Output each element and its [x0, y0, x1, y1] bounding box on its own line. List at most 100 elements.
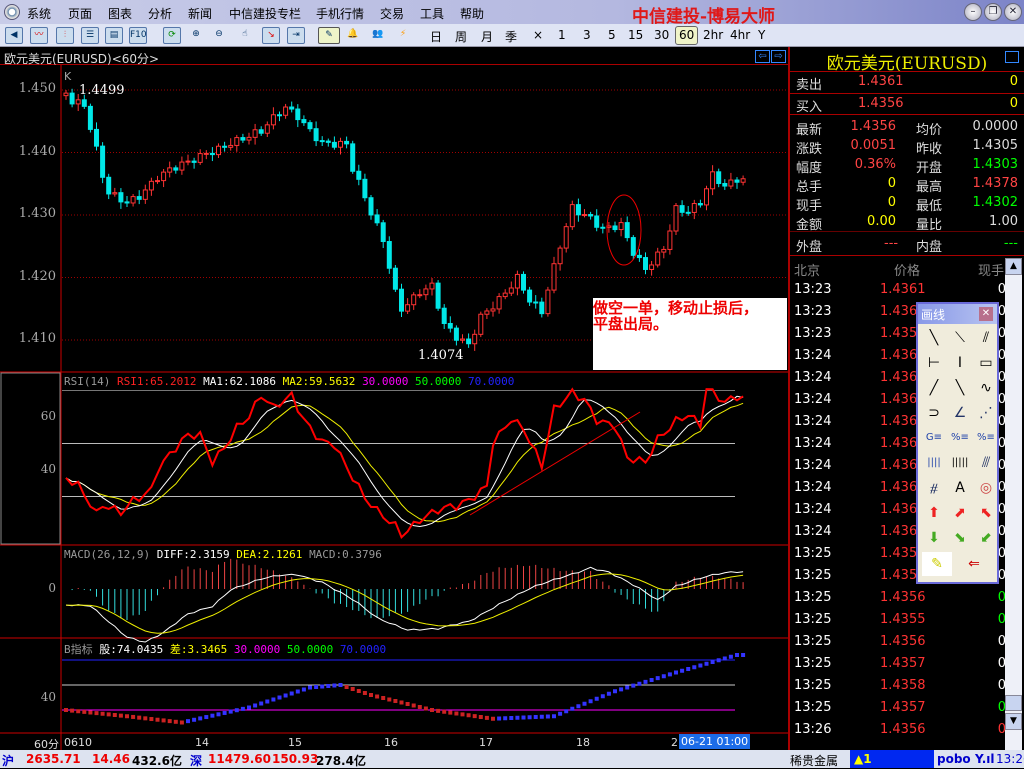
annotation-textbox[interactable]: 做空一单，移动止损后， 平盘出局。: [593, 298, 787, 370]
b-indicator-point: [692, 665, 697, 670]
candle-body: [704, 188, 709, 206]
line-settings-icon[interactable]: ⇐: [962, 552, 986, 576]
minimize-button[interactable]: –: [964, 3, 982, 21]
candle-body: [655, 251, 661, 266]
quote-row: 现手 0 最低 1.4302: [796, 193, 1020, 214]
candle-body: [594, 215, 600, 228]
b-indicator-point: [728, 654, 733, 659]
candle-body: [228, 144, 234, 148]
draw-ray-up-icon[interactable]: ╱: [922, 376, 946, 400]
draw-fan-icon[interactable]: ⋰: [974, 401, 998, 425]
draw-arrow-up-icon[interactable]: ⬆: [922, 501, 946, 525]
b-indicator-point: [680, 668, 685, 673]
y-tick: 1.440: [18, 144, 56, 159]
candle-body: [179, 161, 185, 171]
candle-body: [118, 192, 124, 203]
b-indicator-point: [234, 708, 239, 713]
scroll-down-icon[interactable]: ▼: [1005, 713, 1022, 730]
annotation-ellipse[interactable]: [606, 194, 642, 266]
palette-close-icon[interactable]: ✕: [979, 307, 993, 321]
draw-parallel-icon[interactable]: ⫽: [974, 326, 998, 350]
x-tick: 0610: [64, 736, 92, 749]
draw-horizontal-icon[interactable]: ⊢: [922, 351, 946, 375]
candle-body: [222, 145, 228, 148]
b-indicator-point: [70, 708, 75, 713]
b-level-30: 30.0000: [233, 643, 281, 656]
b-level-70: 70.0000: [339, 643, 387, 656]
draw-channel-icon[interactable]: ⫻: [974, 451, 998, 475]
candle-body: [307, 122, 313, 130]
x-tick: 14: [195, 736, 209, 749]
b-indicator-point: [338, 683, 343, 687]
palette-title-bar[interactable]: 画线 ✕: [918, 304, 997, 324]
scroll-up-icon[interactable]: ▲: [1005, 258, 1022, 275]
alert-count[interactable]: ▲1: [850, 750, 934, 768]
draw-sine-icon[interactable]: ∿: [974, 376, 998, 400]
quote-row: 涨跌 0.0051 昨收 1.4305: [796, 136, 1020, 157]
status-bar: 沪 2635.71 14.46 432.6亿 深 11479.60 150.93…: [0, 750, 1024, 768]
b-indicator-point: [606, 691, 611, 696]
x-tick: 18: [576, 736, 590, 749]
candle-body: [191, 160, 197, 163]
drawing-tools-palette: 画线 ✕ ╲ ⟍ ⫽ ⊢ Ⅰ ▭ ╱ ╲ ∿ ⊃ ∠ ⋰ G≡ %≡ %≡ |||| ||||| ⫻ ⧣ A ◎ ⬆ ⬈ ⬉ ⬇…: [916, 302, 999, 584]
rsi-tick: 40: [40, 462, 56, 476]
b-indicator-point: [131, 714, 136, 719]
draw-arrow-down-icon[interactable]: ⬇: [922, 526, 946, 550]
draw-arc-icon[interactable]: ⊃: [922, 401, 946, 425]
b-indicator-point: [295, 689, 300, 694]
buy-label: 买入: [796, 100, 823, 115]
draw-percent-icon[interactable]: %≡: [948, 426, 972, 450]
b-indicator-point: [655, 676, 660, 681]
draw-speed-lines-icon[interactable]: ⧣: [922, 476, 946, 500]
draw-ray-down-icon[interactable]: ╲: [948, 376, 972, 400]
draw-arrow-up-left-icon[interactable]: ⬉: [974, 501, 998, 525]
high-price-label: 1.4499: [79, 83, 125, 98]
b-tick: 40: [40, 690, 56, 704]
candle-body: [173, 167, 179, 171]
draw-rectangle-icon[interactable]: ▭: [974, 351, 998, 375]
tick-time: 13:23: [794, 304, 832, 319]
draw-text-icon[interactable]: A: [948, 476, 972, 500]
restore-button[interactable]: ❐: [984, 3, 1002, 21]
b-indicator-point: [88, 710, 93, 715]
quote-value: 1.4305: [972, 138, 1019, 153]
tick-scrollbar[interactable]: ▲ ▼: [1005, 258, 1022, 750]
maximize-icon[interactable]: [1005, 51, 1019, 63]
b-indicator-point: [143, 716, 148, 721]
draw-arrow-down-right-icon[interactable]: ⬊: [948, 526, 972, 550]
b-indicator-point: [356, 689, 361, 693]
rsi-trendline[interactable]: [469, 411, 641, 516]
candle-body: [496, 296, 502, 310]
draw-arrow-up-right-icon[interactable]: ⬈: [948, 501, 972, 525]
b-indicator-point: [716, 658, 721, 663]
b-indicator-point: [399, 700, 404, 705]
draw-line-icon[interactable]: ╲: [922, 326, 946, 350]
quote-value: 1.4378: [972, 176, 1019, 191]
draw-fibonacci-cycle-icon[interactable]: |||||: [948, 451, 972, 475]
candle-body: [685, 211, 691, 214]
scroll-thumb[interactable]: [1005, 695, 1022, 711]
draw-gann-icon[interactable]: G≡: [922, 426, 946, 450]
draw-vertical-icon[interactable]: Ⅰ: [948, 351, 972, 375]
candle-body: [344, 140, 350, 145]
draw-cycle-icon[interactable]: ||||: [922, 451, 946, 475]
sh-amount: 432.6亿: [132, 754, 182, 768]
draw-circle-icon[interactable]: ◎: [974, 476, 998, 500]
b-indicator-point: [106, 712, 111, 717]
eraser-icon[interactable]: ✎: [922, 552, 952, 576]
candle-body: [697, 203, 703, 206]
b-cha-value: 差:3.3465: [169, 643, 228, 656]
news-ticker[interactable]: 稀贵金属: [790, 752, 838, 769]
b-indicator-point: [228, 709, 233, 714]
close-button[interactable]: ✕: [1004, 3, 1022, 21]
draw-segment-icon[interactable]: ⟍: [948, 326, 972, 350]
draw-arrow-down-left-icon[interactable]: ⬋: [974, 526, 998, 550]
b-indicator-point: [326, 684, 331, 688]
candle-body: [484, 310, 490, 315]
b-indicator-point: [393, 699, 398, 703]
low-price-label: 1.4074: [418, 348, 464, 363]
clock: 13:26: [996, 752, 1024, 766]
draw-percent-alt-icon[interactable]: %≡: [974, 426, 998, 450]
draw-angle-icon[interactable]: ∠: [948, 401, 972, 425]
b-indicator-point: [619, 687, 624, 692]
